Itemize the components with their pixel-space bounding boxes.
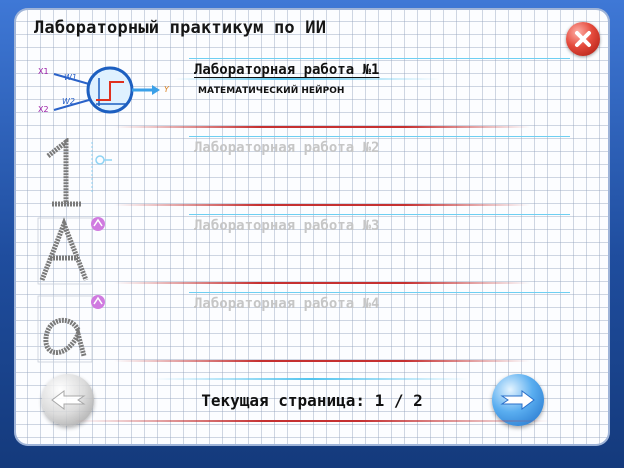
lab-title-2[interactable]: Лабораторная работа №2	[194, 140, 379, 156]
app-frame: Лабораторный практикум по ИИ X1 X2 W1 W2	[0, 0, 624, 468]
letter-a-icon	[37, 217, 105, 285]
lab-item-1[interactable]: X1 X2 W1 W2 Y Лабораторная работа №1 МАТ…	[14, 58, 610, 136]
letter-alpha-icon	[37, 295, 105, 363]
svg-text:W1: W1	[64, 73, 77, 82]
svg-text:Y: Y	[164, 85, 170, 94]
decor-line	[154, 378, 470, 380]
svg-text:W2: W2	[62, 97, 75, 106]
divider-line	[189, 214, 570, 215]
svg-text:X2: X2	[38, 105, 49, 114]
decor-line	[174, 78, 440, 80]
next-page-button[interactable]	[492, 374, 544, 426]
lab-title-3[interactable]: Лабораторная работа №3	[194, 218, 379, 234]
divider-line	[189, 292, 570, 293]
page-title: Лабораторный практикум по ИИ	[34, 18, 327, 38]
close-button[interactable]	[566, 22, 600, 56]
lab-item-3[interactable]: Лабораторная работа №3	[14, 214, 610, 292]
svg-text:X1: X1	[38, 67, 49, 76]
digit-one-icon	[46, 138, 112, 207]
divider-line	[114, 360, 530, 362]
lab-item-2[interactable]: Лабораторная работа №2	[14, 136, 610, 214]
neuron-diagram-icon: X1 X2 W1 W2 Y	[38, 66, 170, 114]
lab-title-1[interactable]: Лабораторная работа №1	[194, 62, 379, 78]
lab-title-4[interactable]: Лабораторная работа №4	[194, 296, 379, 312]
divider-line	[114, 204, 530, 206]
divider-line	[189, 136, 570, 137]
close-icon	[575, 31, 591, 47]
decor-line	[74, 420, 550, 422]
lab-subtitle-1: МАТЕМАТИЧЕСКИЙ НЕЙРОН	[198, 86, 345, 96]
divider-line	[189, 58, 570, 59]
notebook-page: Лабораторный практикум по ИИ X1 X2 W1 W2	[14, 8, 610, 446]
lab-item-4[interactable]: Лабораторная работа №4	[14, 292, 610, 370]
divider-line	[114, 282, 530, 284]
arrow-right-icon	[500, 390, 535, 410]
divider-line	[114, 126, 530, 128]
